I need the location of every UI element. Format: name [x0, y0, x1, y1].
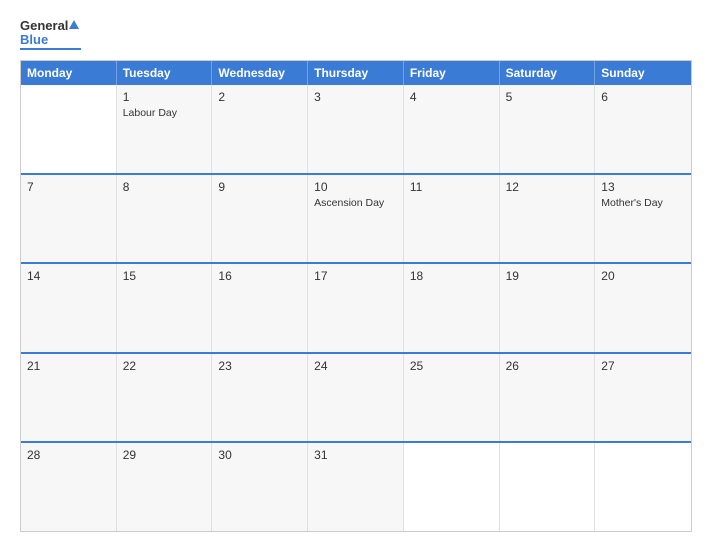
- event-label: Mother's Day: [601, 197, 685, 209]
- header-tuesday: Tuesday: [117, 61, 213, 85]
- cal-cell: 25: [404, 354, 500, 442]
- cal-cell: 12: [500, 175, 596, 263]
- day-number: 19: [506, 269, 589, 283]
- day-number: 21: [27, 359, 110, 373]
- cal-cell: 4: [404, 85, 500, 173]
- day-number: 29: [123, 448, 206, 462]
- cal-cell: 31: [308, 443, 404, 531]
- day-number: 13: [601, 180, 685, 194]
- day-number: 12: [506, 180, 589, 194]
- day-number: 18: [410, 269, 493, 283]
- cal-cell: [500, 443, 596, 531]
- cal-cell: 22: [117, 354, 213, 442]
- day-number: 14: [27, 269, 110, 283]
- cal-cell: 1 Labour Day: [117, 85, 213, 173]
- header: General Blue: [20, 18, 692, 50]
- day-number: 31: [314, 448, 397, 462]
- day-number: 22: [123, 359, 206, 373]
- day-number: 23: [218, 359, 301, 373]
- cal-cell: 24: [308, 354, 404, 442]
- cal-cell: 15: [117, 264, 213, 352]
- header-thursday: Thursday: [308, 61, 404, 85]
- day-number: 5: [506, 90, 589, 104]
- cal-cell: 13 Mother's Day: [595, 175, 691, 263]
- day-number: 4: [410, 90, 493, 104]
- logo-underline: [20, 48, 81, 50]
- cal-cell: 14: [21, 264, 117, 352]
- cal-cell: 11: [404, 175, 500, 263]
- cal-cell: 10 Ascension Day: [308, 175, 404, 263]
- cal-cell: 29: [117, 443, 213, 531]
- cal-cell: [595, 443, 691, 531]
- cal-cell: 26: [500, 354, 596, 442]
- day-number: 8: [123, 180, 206, 194]
- cal-cell: 5: [500, 85, 596, 173]
- header-friday: Friday: [404, 61, 500, 85]
- calendar-header: Monday Tuesday Wednesday Thursday Friday…: [21, 61, 691, 85]
- week-row-1: 789 10 Ascension Day 11 12 13 Mother's Day: [21, 173, 691, 263]
- cal-cell: 19: [500, 264, 596, 352]
- cal-cell: 17: [308, 264, 404, 352]
- day-number: 3: [314, 90, 397, 104]
- day-number: 28: [27, 448, 110, 462]
- cal-cell: 23: [212, 354, 308, 442]
- week-row-4: 28 29 30 31: [21, 441, 691, 531]
- cal-cell: [404, 443, 500, 531]
- header-sunday: Sunday: [595, 61, 691, 85]
- cal-cell: 18: [404, 264, 500, 352]
- cal-cell: 6: [595, 85, 691, 173]
- day-number: 26: [506, 359, 589, 373]
- week-row-0: 1 Labour Day 23456: [21, 85, 691, 173]
- cal-cell: [21, 85, 117, 173]
- cal-cell: 21: [21, 354, 117, 442]
- day-number: 25: [410, 359, 493, 373]
- cal-cell: 3: [308, 85, 404, 173]
- logo: General Blue: [20, 18, 81, 50]
- cal-cell: 16: [212, 264, 308, 352]
- day-number: 11: [410, 180, 493, 194]
- week-row-2: 14 15 16 17 18 19 20: [21, 262, 691, 352]
- day-number: 17: [314, 269, 397, 283]
- day-number: 15: [123, 269, 206, 283]
- day-number: 16: [218, 269, 301, 283]
- day-number: 6: [601, 90, 685, 104]
- event-label: Ascension Day: [314, 197, 397, 209]
- cal-cell: 2: [212, 85, 308, 173]
- cal-cell: 7: [21, 175, 117, 263]
- header-monday: Monday: [21, 61, 117, 85]
- cal-cell: 28: [21, 443, 117, 531]
- logo-general: General: [20, 18, 68, 33]
- header-saturday: Saturday: [500, 61, 596, 85]
- day-number: 7: [27, 180, 110, 194]
- header-wednesday: Wednesday: [212, 61, 308, 85]
- day-number: 1: [123, 90, 206, 104]
- day-number: 2: [218, 90, 301, 104]
- day-number: 27: [601, 359, 685, 373]
- calendar: Monday Tuesday Wednesday Thursday Friday…: [20, 60, 692, 532]
- event-label: Labour Day: [123, 107, 206, 119]
- day-number: 30: [218, 448, 301, 462]
- cal-cell: 30: [212, 443, 308, 531]
- calendar-page: General Blue Monday Tuesday Wednesday Th…: [0, 0, 712, 550]
- day-number: 24: [314, 359, 397, 373]
- day-number: 20: [601, 269, 685, 283]
- cal-cell: 27: [595, 354, 691, 442]
- logo-blue: Blue: [20, 33, 48, 46]
- cal-cell: 8: [117, 175, 213, 263]
- calendar-body: 1Labour Day2345678910Ascension Day111213…: [21, 85, 691, 531]
- week-row-3: 21 22 23 24 25 26 27: [21, 352, 691, 442]
- logo-triangle-icon: [69, 20, 79, 29]
- cal-cell: 20: [595, 264, 691, 352]
- day-number: 10: [314, 180, 397, 194]
- cal-cell: 9: [212, 175, 308, 263]
- day-number: 9: [218, 180, 301, 194]
